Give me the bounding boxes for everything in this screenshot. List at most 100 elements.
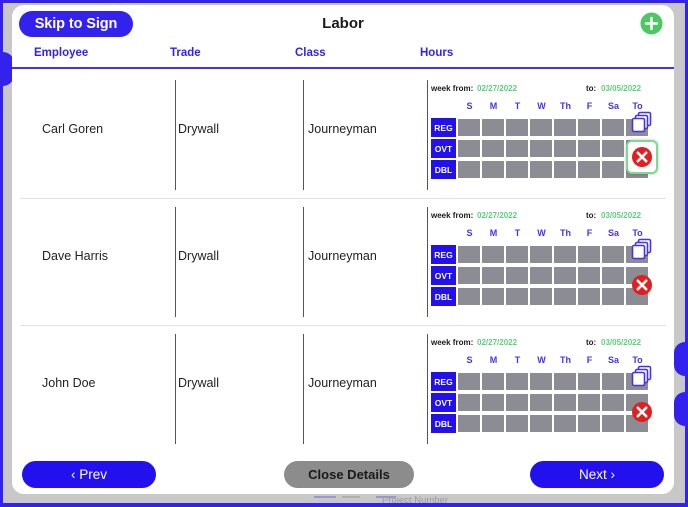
hours-cell[interactable] xyxy=(577,414,601,433)
hours-cell[interactable] xyxy=(577,393,601,412)
hours-cell[interactable] xyxy=(577,266,601,285)
hours-cell[interactable] xyxy=(457,139,481,158)
hours-cell[interactable] xyxy=(505,245,529,264)
duplicate-row-button[interactable] xyxy=(630,237,654,261)
table-row[interactable]: Carl Goren Drywall Journeyman week from: 02/… xyxy=(20,72,666,199)
hours-cell[interactable] xyxy=(529,266,553,285)
hours-cell[interactable] xyxy=(553,118,577,137)
week-to-label: to: xyxy=(586,338,597,347)
hours-cell[interactable] xyxy=(601,287,625,306)
hours-cell[interactable] xyxy=(505,118,529,137)
hours-cell[interactable] xyxy=(505,139,529,158)
hours-cell[interactable] xyxy=(529,414,553,433)
cell-class: Journeyman xyxy=(308,122,377,136)
duplicate-row-button[interactable] xyxy=(630,110,654,134)
hours-cell[interactable] xyxy=(457,287,481,306)
hours-cell[interactable] xyxy=(577,287,601,306)
hours-cell[interactable] xyxy=(505,393,529,412)
next-button[interactable]: Next › xyxy=(530,461,664,488)
close-details-button[interactable]: Close Details xyxy=(284,461,414,488)
hours-cell[interactable] xyxy=(481,266,505,285)
hours-cell[interactable] xyxy=(577,139,601,158)
hours-cell[interactable] xyxy=(553,393,577,412)
hours-cell[interactable] xyxy=(457,372,481,391)
prev-button[interactable]: ‹ Prev xyxy=(22,461,156,488)
hours-cell[interactable] xyxy=(481,160,505,179)
top-bar: Skip to Sign Labor xyxy=(12,5,674,43)
hours-cell[interactable] xyxy=(505,287,529,306)
delete-row-button[interactable] xyxy=(626,140,658,174)
hours-cell[interactable] xyxy=(601,160,625,179)
hours-cell[interactable] xyxy=(553,160,577,179)
hours-cell[interactable] xyxy=(481,372,505,391)
hours-cell[interactable] xyxy=(505,414,529,433)
day-header-6: Sa xyxy=(607,355,619,365)
hours-cell[interactable] xyxy=(481,245,505,264)
hours-cell[interactable] xyxy=(481,287,505,306)
hours-cell[interactable] xyxy=(457,160,481,179)
hours-cell[interactable] xyxy=(529,287,553,306)
hours-cell[interactable] xyxy=(505,372,529,391)
page-title: Labor xyxy=(322,15,364,32)
duplicate-row-button[interactable] xyxy=(630,364,654,388)
timesheet-grid[interactable]: week from: 02/27/2022 to: 03/05/2022 S M T W Th F… xyxy=(431,84,649,181)
hours-cell[interactable] xyxy=(529,393,553,412)
hours-cell[interactable] xyxy=(601,139,625,158)
hours-cell[interactable] xyxy=(553,139,577,158)
right-drawer-handle-bottom[interactable] xyxy=(674,392,685,426)
column-headers: Employee Trade Class Hours xyxy=(12,43,674,69)
hours-cell[interactable] xyxy=(553,245,577,264)
hours-cell[interactable] xyxy=(529,372,553,391)
hours-cell[interactable] xyxy=(505,266,529,285)
hours-cell[interactable] xyxy=(553,414,577,433)
delete-row-button[interactable] xyxy=(628,398,656,426)
hours-row-reg: REG xyxy=(431,245,649,264)
table-row[interactable]: John Doe Drywall Journeyman week from: 02/27… xyxy=(20,326,666,453)
hours-cell[interactable] xyxy=(529,160,553,179)
table-row[interactable]: Dave Harris Drywall Journeyman week from: 02… xyxy=(20,199,666,326)
hours-cell[interactable] xyxy=(457,393,481,412)
hours-cell[interactable] xyxy=(457,118,481,137)
timesheet-grid[interactable]: week from: 02/27/2022 to: 03/05/2022 S M T W Th F… xyxy=(431,338,649,435)
day-header-1: M xyxy=(489,355,498,365)
copy-icon xyxy=(631,111,652,133)
day-header-5: F xyxy=(586,101,593,111)
hours-row-dbl: DBL xyxy=(431,160,649,179)
hours-cell[interactable] xyxy=(577,118,601,137)
add-labor-button[interactable] xyxy=(639,11,664,36)
cell-employee-name: Carl Goren xyxy=(42,122,104,136)
hours-cell[interactable] xyxy=(553,266,577,285)
hours-cell[interactable] xyxy=(457,414,481,433)
hours-cell[interactable] xyxy=(529,118,553,137)
hours-cell[interactable] xyxy=(577,372,601,391)
hours-cell[interactable] xyxy=(577,160,601,179)
hours-cell[interactable] xyxy=(601,372,625,391)
column-divider xyxy=(427,80,428,190)
hours-cell[interactable] xyxy=(577,245,601,264)
day-header-2: T xyxy=(514,101,521,111)
hours-cell[interactable] xyxy=(505,160,529,179)
hours-cell[interactable] xyxy=(601,266,625,285)
hours-cell[interactable] xyxy=(601,245,625,264)
week-from-label: week from: xyxy=(431,338,474,347)
hours-cell[interactable] xyxy=(601,118,625,137)
delete-row-button[interactable] xyxy=(628,271,656,299)
labor-rows-list[interactable]: Carl Goren Drywall Journeyman week from: 02/… xyxy=(20,72,666,457)
hours-cell[interactable] xyxy=(529,245,553,264)
hours-cell[interactable] xyxy=(457,266,481,285)
hours-cell[interactable] xyxy=(481,118,505,137)
hours-cell[interactable] xyxy=(481,139,505,158)
timesheet-grid[interactable]: week from: 02/27/2022 to: 03/05/2022 S M T W Th F… xyxy=(431,211,649,308)
hours-row-dbl: DBL xyxy=(431,414,649,433)
day-header-2: T xyxy=(514,355,521,365)
week-from-label: week from: xyxy=(431,84,474,93)
hours-cell[interactable] xyxy=(553,372,577,391)
hours-cell[interactable] xyxy=(601,393,625,412)
right-drawer-handle-top[interactable] xyxy=(674,342,685,376)
hours-cell[interactable] xyxy=(553,287,577,306)
hours-cell[interactable] xyxy=(601,414,625,433)
hours-cell[interactable] xyxy=(457,245,481,264)
hours-cell[interactable] xyxy=(481,393,505,412)
hours-cell[interactable] xyxy=(529,139,553,158)
hours-cell[interactable] xyxy=(481,414,505,433)
